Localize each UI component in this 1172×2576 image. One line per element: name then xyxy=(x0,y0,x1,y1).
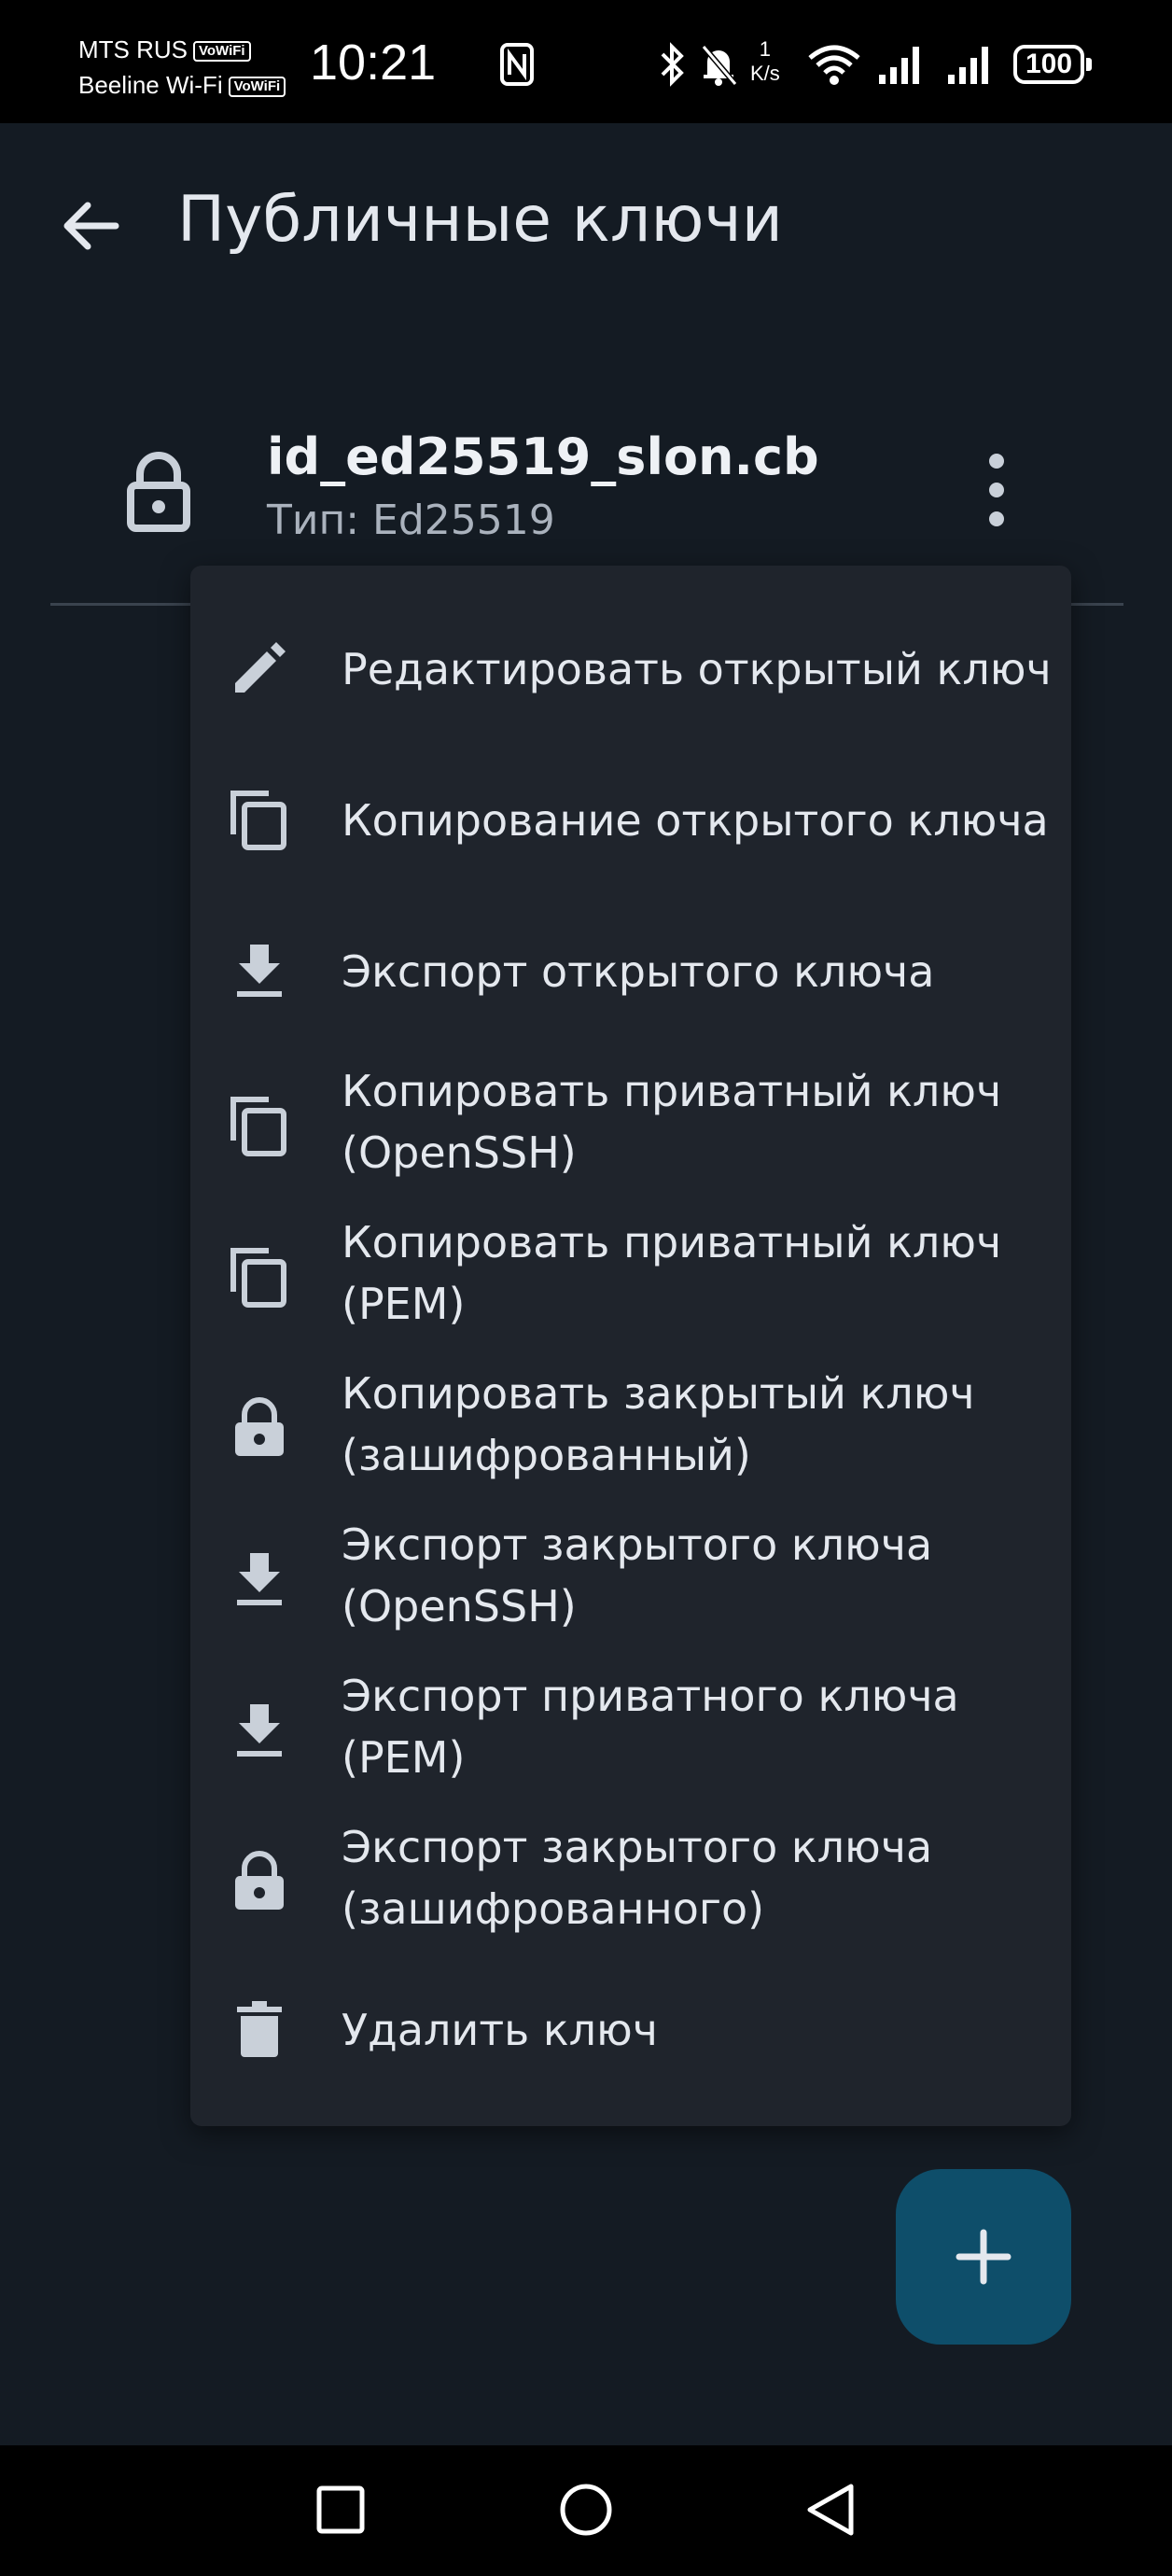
system-nav-bar xyxy=(0,2445,1172,2576)
menu-item-delete-key[interactable]: Удалить ключ xyxy=(190,1954,1071,2106)
wifi-icon xyxy=(808,45,860,85)
signal-1-icon xyxy=(879,47,919,84)
menu-item-label: Экспорт открытого ключа xyxy=(342,946,935,997)
menu-item-label: Удалить ключ xyxy=(342,2005,658,2055)
bell-muted-icon xyxy=(701,45,738,86)
copy-icon xyxy=(230,791,286,850)
carrier-1: MTS RUS VoWiFi xyxy=(78,35,251,64)
copy-icon xyxy=(230,1248,286,1308)
page-title: Публичные ключи xyxy=(177,183,783,257)
download-icon xyxy=(237,945,282,997)
lock-icon xyxy=(127,452,190,532)
signal-2-icon xyxy=(948,47,988,84)
menu-item-copy-private-key-encrypted[interactable]: Копировать закрытый ключ (зашифрованный) xyxy=(190,1350,1071,1501)
menu-item-label: Экспорт приватного ключа (PEM) xyxy=(342,1671,959,1783)
download-icon xyxy=(237,1704,282,1757)
app-bar: Публичные ключи xyxy=(0,123,1172,329)
menu-item-copy-private-key-openssh[interactable]: Копировать приватный ключ (OpenSSH) xyxy=(190,1047,1071,1198)
lock-icon xyxy=(235,1851,284,1910)
menu-item-export-private-key-pem[interactable]: Экспорт приватного ключа (PEM) xyxy=(190,1652,1071,1803)
menu-item-copy-public-key[interactable]: Копирование открытого ключа xyxy=(190,745,1071,896)
menu-item-copy-private-key-pem[interactable]: Копировать приватный ключ (PEM) xyxy=(190,1198,1071,1350)
menu-item-export-private-key-openssh[interactable]: Экспорт закрытого ключа (OpenSSH) xyxy=(190,1501,1071,1652)
menu-item-label: Копирование открытого ключа xyxy=(342,795,1049,846)
net-speed-unit: K/s xyxy=(750,62,780,85)
carrier-2-badge: VoWiFi xyxy=(228,77,286,98)
carrier-1-name: MTS RUS xyxy=(78,35,188,63)
recents-square-icon[interactable] xyxy=(299,2468,383,2552)
carrier-2: Beeline Wi-Fi VoWiFi xyxy=(78,71,286,100)
home-circle-icon[interactable] xyxy=(544,2468,628,2552)
clock: 10:21 xyxy=(310,35,437,91)
menu-item-label: Экспорт закрытого ключа (зашифрованного) xyxy=(342,1822,933,1934)
key-name: id_ed25519_slon.cb xyxy=(267,427,819,486)
more-vert-icon[interactable] xyxy=(970,448,1023,532)
pencil-icon xyxy=(235,642,286,693)
lock-icon xyxy=(235,1397,284,1456)
status-bar: MTS RUS VoWiFi Beeline Wi-Fi VoWiFi 10:21 … xyxy=(0,0,1172,123)
menu-item-label: Копировать приватный ключ (PEM) xyxy=(342,1217,1002,1329)
menu-item-label: Редактировать открытый ключ xyxy=(342,644,1052,694)
bluetooth-icon xyxy=(661,42,684,87)
trash-icon xyxy=(237,2001,282,2057)
menu-item-edit-public-key[interactable]: Редактировать открытый ключ xyxy=(190,594,1071,745)
menu-item-label: Копировать закрытый ключ (зашифрованный) xyxy=(342,1368,975,1480)
carrier-1-badge: VoWiFi xyxy=(193,41,251,63)
menu-item-export-private-key-encrypted[interactable]: Экспорт закрытого ключа (зашифрованного) xyxy=(190,1803,1071,1954)
download-icon xyxy=(237,1553,282,1605)
menu-item-label: Экспорт закрытого ключа (OpenSSH) xyxy=(342,1519,933,1631)
menu-item-label: Копировать приватный ключ (OpenSSH) xyxy=(342,1066,1002,1178)
context-menu: Редактировать открытый ключ Копирование … xyxy=(190,566,1071,2126)
back-triangle-icon[interactable] xyxy=(789,2468,873,2552)
menu-item-export-public-key[interactable]: Экспорт открытого ключа xyxy=(190,896,1071,1047)
add-key-fab[interactable] xyxy=(896,2169,1071,2345)
plus-icon xyxy=(956,2229,1012,2285)
arrow-back-icon[interactable] xyxy=(54,189,129,263)
battery-indicator: 100 xyxy=(1013,45,1092,84)
carrier-2-name: Beeline Wi-Fi xyxy=(78,71,223,99)
nfc-icon xyxy=(500,43,534,86)
key-type: Тип: Ed25519 xyxy=(267,497,555,544)
net-speed: 1 K/s xyxy=(750,37,780,86)
net-speed-value: 1 xyxy=(759,37,772,61)
copy-icon xyxy=(230,1097,286,1156)
